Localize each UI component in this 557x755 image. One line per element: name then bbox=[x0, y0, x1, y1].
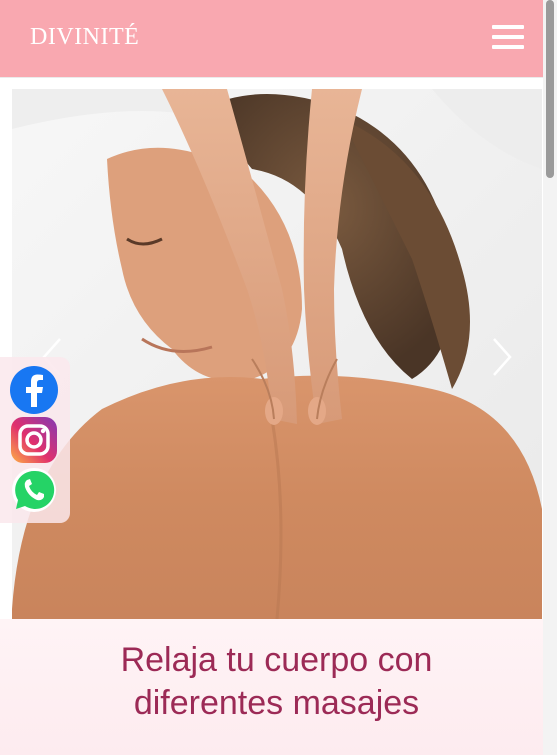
brand-logo[interactable]: DIVINITÉ bbox=[30, 24, 139, 51]
hamburger-line bbox=[492, 45, 524, 49]
page-scrollbar[interactable] bbox=[543, 0, 557, 755]
hamburger-line bbox=[492, 35, 524, 39]
hero-caption: Relaja tu cuerpo con diferentes masajes bbox=[0, 639, 553, 725]
hero-carousel[interactable] bbox=[12, 89, 542, 619]
facebook-icon[interactable] bbox=[9, 365, 59, 415]
instagram-icon[interactable] bbox=[9, 415, 59, 465]
scrollbar-thumb[interactable] bbox=[546, 0, 554, 178]
whatsapp-icon[interactable] bbox=[9, 465, 59, 515]
caption-line-2: diferentes masajes bbox=[133, 684, 420, 722]
chevron-right-icon[interactable] bbox=[490, 337, 514, 377]
caption-line-1: Relaja tu cuerpo con bbox=[120, 641, 433, 679]
caption-section: Relaja tu cuerpo con diferentes masajes bbox=[0, 619, 543, 755]
social-links-bar bbox=[0, 357, 70, 523]
hamburger-menu-icon[interactable] bbox=[492, 25, 524, 49]
hamburger-line bbox=[492, 25, 524, 29]
top-header: DIVINITÉ bbox=[0, 0, 557, 77]
massage-photo bbox=[12, 89, 542, 619]
